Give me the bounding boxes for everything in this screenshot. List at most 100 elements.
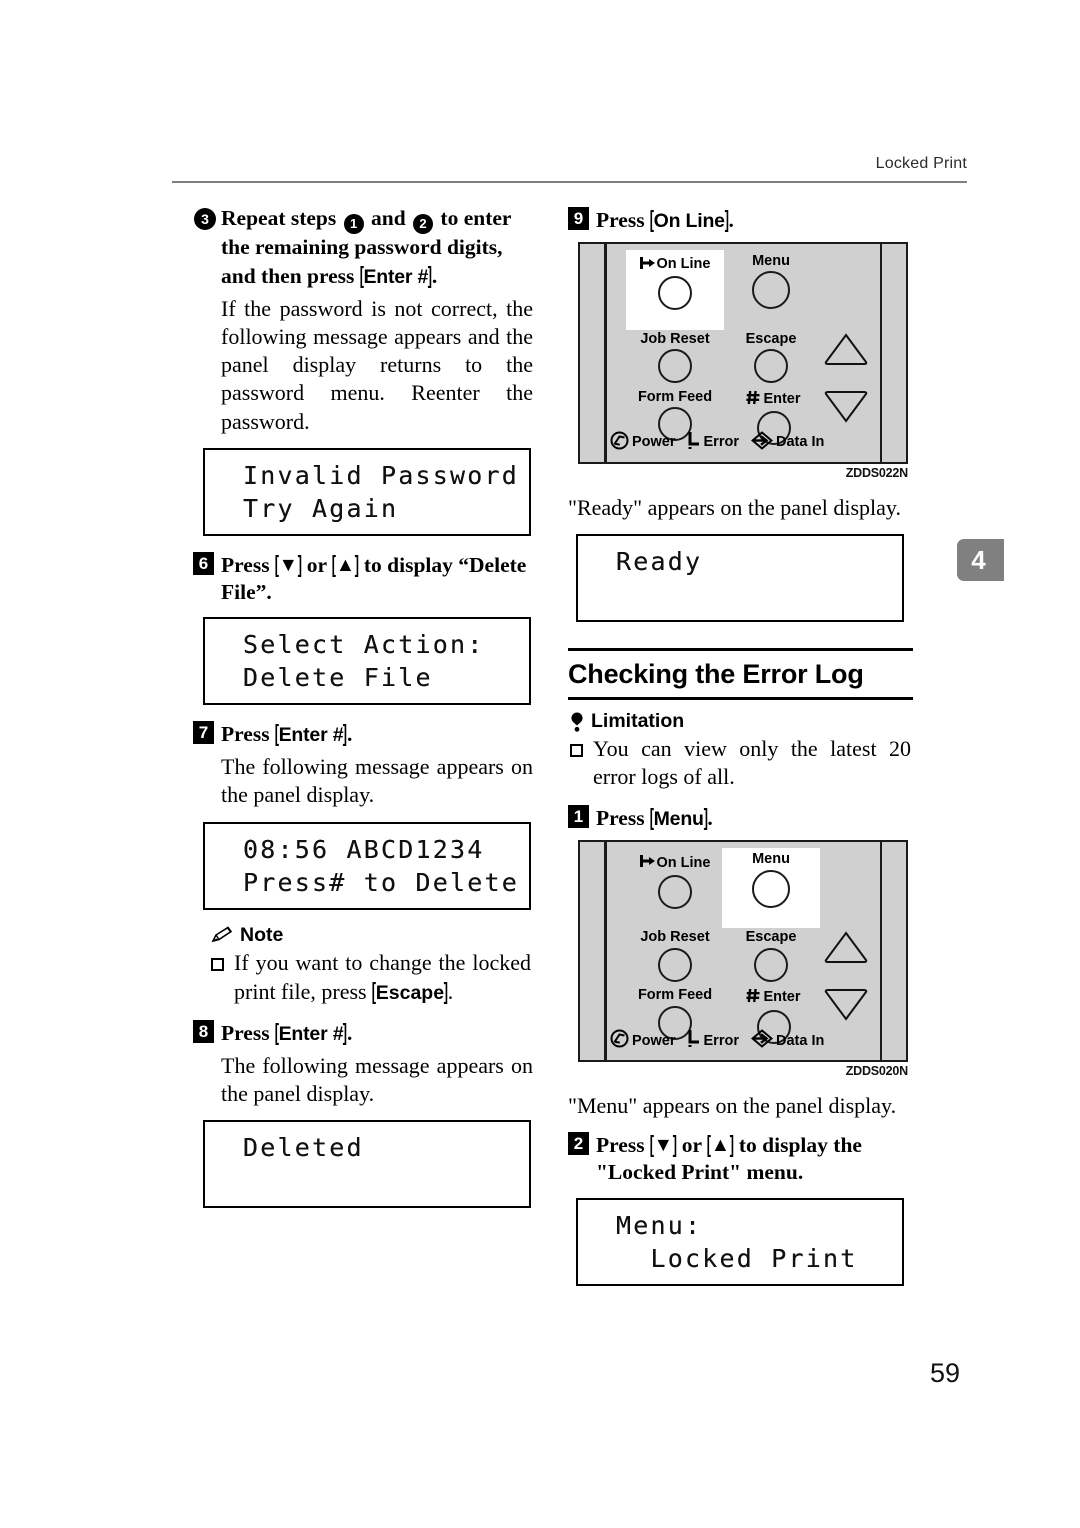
button-escape-label: Escape [745,929,797,946]
step-2-text-or: or [681,1133,702,1158]
operation-panel: On Line Menu Job Reset Escape Form Feed … [578,840,908,1063]
lcd-line-2: Delete File [205,661,529,694]
button-on-line[interactable]: On Line [626,854,724,909]
bullet-square-icon [570,744,583,758]
button-escape-circle[interactable] [754,349,788,384]
indicator-power-label: Power [632,1032,676,1049]
key-enter-hash: Enter # [278,724,344,747]
button-job-reset[interactable]: Job Reset [620,332,730,384]
panel-divider-right [879,842,882,1061]
button-job-reset-label: Job Reset [640,330,710,347]
indicator-data-in-label: Data In [775,434,825,451]
step-8-body: The following message appears on the pan… [221,1053,533,1107]
step-2: 2 Press [▼] or [▲] to display the "Locke… [568,1130,913,1186]
button-escape[interactable]: Escape [726,332,816,384]
button-menu-circle[interactable] [752,869,790,908]
bracket-open-icon: [ [706,1131,712,1158]
button-on-line-label-row: On Line [626,256,724,274]
step-8-text-a: Press [221,1021,270,1046]
step-7-heading: Press [Enter #]. [193,719,533,748]
power-icon [610,1029,629,1052]
bracket-open-icon: [ [331,550,337,577]
step-9: 9 Press [On Line]. [568,205,913,234]
step-7-period: . [347,722,353,747]
chapter-tab: 4 [957,539,1004,581]
button-menu-label: Menu [752,851,790,868]
step-9-heading: Press [On Line]. [568,205,913,234]
step-8-heading: Press [Enter #]. [193,1018,533,1047]
button-enter-label-row: Enter [726,988,821,1007]
pencil-icon [211,926,233,944]
indicator-data-in: Data In [750,431,825,454]
bracket-open-icon: [ [274,720,279,747]
status-indicator-row: Power Error Data In [610,1029,896,1052]
button-enter-label: Enter [763,989,801,1006]
page-number: 59 [930,1358,961,1388]
ready-description: "Ready" appears on the panel display. [568,494,901,520]
button-menu-label: Menu [752,252,790,269]
lcd-line-1: Menu: [578,1209,902,1242]
lcd-line-1: Select Action: [205,628,529,661]
indicator-error-label: Error [703,1032,739,1049]
button-menu-circle[interactable] [752,271,790,310]
button-escape[interactable]: Escape [726,930,816,982]
panel-figure-code: ZDDS022N [845,465,909,480]
step-6-text-a: Press [221,552,270,577]
lcd-deleted: Deleted [203,1120,531,1209]
lcd-locked-file: 08:56 ABCD1234 Press# to Delete [203,821,531,910]
step-marker-1: 1 [568,805,589,829]
panel-divider-left [604,842,607,1061]
bracket-close-icon: ] [729,1131,734,1158]
power-icon [610,431,629,454]
left-column: 3 Repeat steps 1 and 2 to enter the rema… [193,205,533,1222]
step-9-text-a: Press [596,208,645,232]
note-bullet-b: . [447,978,454,1004]
button-on-line-circle[interactable] [658,276,692,311]
step-1-period: . [707,806,713,831]
indicator-data-in-label: Data In [775,1032,825,1049]
step-7-text-a: Press [221,722,270,747]
step-3-period: . [431,264,438,288]
button-escape-circle[interactable] [754,947,788,982]
button-form-feed-label-row: Form Feed [620,390,730,405]
section-title: Checking the Error Log [568,659,864,690]
online-arrow-icon [639,854,655,872]
lcd-line-1: Invalid Password [205,459,529,492]
indicator-power: Power [610,431,676,454]
bracket-close-icon: ] [354,550,359,577]
button-menu[interactable]: Menu [726,852,816,908]
key-up-arrow: ▲ [335,553,355,576]
button-on-line-circle[interactable] [658,874,692,909]
step-6-text-or: or [306,552,327,577]
limitation-label: Limitation [591,710,685,733]
limitation-bullet: You can view only the latest 20 error lo… [570,735,913,791]
bracket-close-icon: ] [297,550,302,577]
button-enter-label: Enter [763,390,801,407]
data-in-icon [750,431,774,454]
error-icon [688,1029,701,1052]
button-job-reset[interactable]: Job Reset [620,930,730,982]
button-job-reset-circle[interactable] [658,947,692,982]
step-1: 1 Press [Menu]. [568,803,913,832]
bracket-open-icon: [ [371,977,377,1004]
hash-icon [746,390,761,409]
step-9-period: . [728,208,734,232]
button-menu[interactable]: Menu [726,254,816,310]
button-job-reset-circle[interactable] [658,349,692,384]
bracket-close-icon: ] [343,1019,348,1046]
key-down-arrow: ▼ [653,1134,673,1157]
step-3-body: If the password is not correct, the foll… [221,295,533,434]
operation-panel: On Line Menu Job Reset Escape Form Feed … [578,241,908,464]
step-6: 6 Press [▼] or [▲] to display “Delete Fi… [193,550,533,606]
step-7: 7 Press [Enter #]. The following message… [193,719,533,809]
note-bullet: If you want to change the locked print f… [211,949,533,1007]
panel-figure-code: ZDDS020N [845,1064,909,1079]
step-8-period: . [347,1021,353,1046]
section-heading-block: Checking the Error Log [568,648,913,701]
panel-divider-left [604,243,607,462]
step-1-text-a: Press [596,806,645,831]
step-2-heading: Press [▼] or [▲] to display the "Locked … [568,1130,913,1186]
button-on-line[interactable]: On Line [626,256,724,311]
limitation-tag: Limitation [570,710,913,733]
lcd-line-1: Ready [578,545,902,578]
